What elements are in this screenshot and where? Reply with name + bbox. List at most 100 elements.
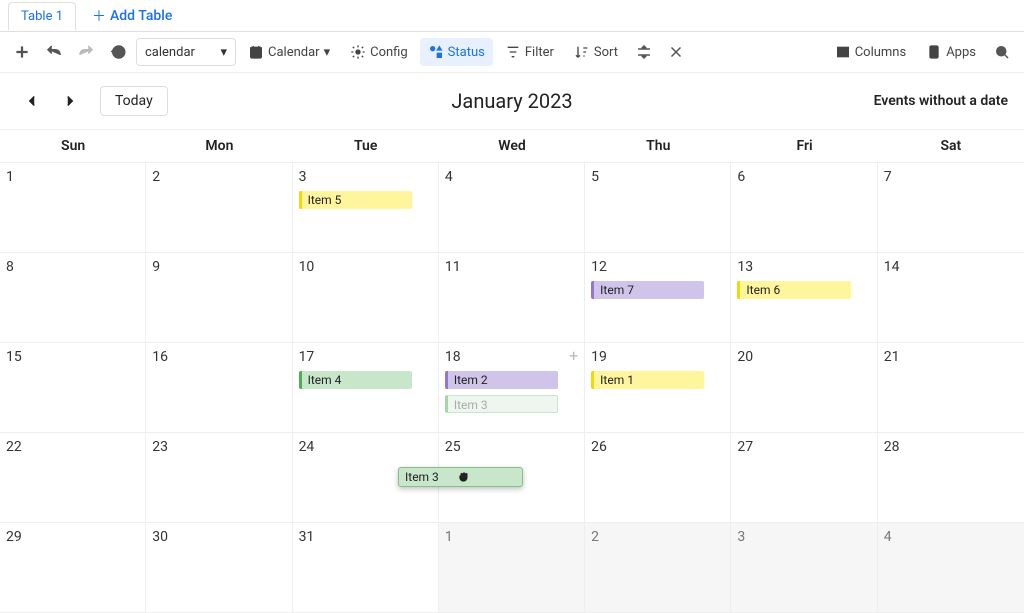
day-cell[interactable]: 14 xyxy=(878,253,1024,343)
apps-button[interactable]: Apps xyxy=(918,38,984,66)
day-cell[interactable]: + 18 Item 2 Item 3 xyxy=(439,343,585,433)
day-cell[interactable]: 23 xyxy=(146,433,292,523)
day-number: 14 xyxy=(884,259,900,275)
day-number: 22 xyxy=(6,439,22,455)
event-item1[interactable]: Item 1 xyxy=(591,371,704,389)
day-cell[interactable]: 27 xyxy=(731,433,877,523)
day-cell[interactable]: 26 xyxy=(585,433,731,523)
close-button[interactable] xyxy=(662,38,690,66)
weekday-header: Thu xyxy=(585,130,731,162)
day-cell[interactable]: 13 Item 6 xyxy=(731,253,877,343)
status-label: Status xyxy=(448,45,485,60)
next-month-button[interactable] xyxy=(54,85,86,117)
event-item6[interactable]: Item 6 xyxy=(737,281,850,299)
plus-icon: ＋ xyxy=(92,6,106,26)
weekday-header: Fri xyxy=(731,130,877,162)
today-button[interactable]: Today xyxy=(100,86,168,116)
prev-month-button[interactable] xyxy=(16,85,48,117)
undo-button[interactable] xyxy=(40,38,68,66)
sort-button[interactable]: Sort xyxy=(566,38,626,66)
tab-table1[interactable]: Table 1 xyxy=(8,2,76,30)
dataset-dropdown[interactable]: calendar ▾ xyxy=(136,38,236,66)
sort-icon xyxy=(574,44,590,60)
day-number: 24 xyxy=(299,439,315,455)
search-button[interactable] xyxy=(988,38,1016,66)
event-item7[interactable]: Item 7 xyxy=(591,281,704,299)
caret-down-icon: ▾ xyxy=(324,45,331,60)
day-cell[interactable]: 4 xyxy=(439,163,585,253)
config-label: Config xyxy=(370,45,408,60)
weekday-header: Wed xyxy=(439,130,585,162)
day-number: 9 xyxy=(152,259,160,275)
day-number: 4 xyxy=(884,529,892,545)
day-cell[interactable]: 6 xyxy=(731,163,877,253)
day-cell[interactable]: 16 xyxy=(146,343,292,433)
day-cell[interactable]: 7 xyxy=(878,163,1024,253)
day-cell[interactable]: 4 xyxy=(878,523,1024,613)
view-label: Calendar xyxy=(268,45,320,60)
day-cell[interactable]: 19 Item 1 xyxy=(585,343,731,433)
day-cell[interactable]: 12 Item 7 xyxy=(585,253,731,343)
day-number: 11 xyxy=(445,259,461,275)
day-cell[interactable]: 28 xyxy=(878,433,1024,523)
day-number: 18 xyxy=(445,349,461,365)
day-number: 13 xyxy=(737,259,753,275)
status-button[interactable]: Status xyxy=(420,38,493,66)
config-button[interactable]: Config xyxy=(342,38,416,66)
grab-cursor-icon xyxy=(457,470,471,484)
day-number: 29 xyxy=(6,529,22,545)
redo-button[interactable] xyxy=(72,38,100,66)
columns-button[interactable]: Columns xyxy=(827,38,915,66)
day-cell[interactable]: 11 xyxy=(439,253,585,343)
dragging-event-item3[interactable]: Item 3 xyxy=(398,467,523,487)
day-number: 20 xyxy=(737,349,753,365)
add-table-button[interactable]: ＋ Add Table xyxy=(84,2,180,30)
columns-label: Columns xyxy=(855,45,907,60)
weekday-header: Sun xyxy=(0,130,146,162)
day-cell[interactable]: 10 xyxy=(293,253,439,343)
day-cell[interactable]: 22 xyxy=(0,433,146,523)
day-cell[interactable]: 2 xyxy=(146,163,292,253)
sort-label: Sort xyxy=(594,45,618,60)
view-switcher[interactable]: Calendar ▾ xyxy=(240,38,338,66)
day-number: 7 xyxy=(884,169,892,185)
day-number: 2 xyxy=(152,169,160,185)
day-cell[interactable]: 2 xyxy=(585,523,731,613)
apps-icon xyxy=(926,44,942,60)
add-row-button[interactable] xyxy=(8,38,36,66)
status-icon xyxy=(428,44,444,60)
filter-button[interactable]: Filter xyxy=(497,38,562,66)
day-cell[interactable]: 3 Item 5 xyxy=(293,163,439,253)
day-cell[interactable]: 31 xyxy=(293,523,439,613)
row-height-button[interactable] xyxy=(630,38,658,66)
weekday-header: Sat xyxy=(878,130,1024,162)
day-number: 17 xyxy=(299,349,315,365)
day-cell[interactable]: 15 xyxy=(0,343,146,433)
gear-icon xyxy=(350,44,366,60)
columns-icon xyxy=(835,44,851,60)
day-cell[interactable]: 30 xyxy=(146,523,292,613)
day-cell[interactable]: 3 xyxy=(731,523,877,613)
day-cell[interactable]: 5 xyxy=(585,163,731,253)
day-number: 27 xyxy=(737,439,753,455)
day-cell[interactable]: 8 xyxy=(0,253,146,343)
day-cell[interactable]: 17 Item 4 xyxy=(293,343,439,433)
history-button[interactable] xyxy=(104,38,132,66)
day-cell[interactable]: 21 xyxy=(878,343,1024,433)
event-item4[interactable]: Item 4 xyxy=(299,371,412,389)
day-cell[interactable]: 1 xyxy=(0,163,146,253)
day-cell[interactable]: 9 xyxy=(146,253,292,343)
day-number: 3 xyxy=(737,529,745,545)
day-number: 21 xyxy=(884,349,900,365)
day-cell[interactable]: 29 xyxy=(0,523,146,613)
event-item3-ghost: Item 3 xyxy=(445,395,558,413)
event-item2[interactable]: Item 2 xyxy=(445,371,558,389)
events-without-date-button[interactable]: Events without a date xyxy=(874,93,1008,109)
event-item5[interactable]: Item 5 xyxy=(299,191,412,209)
day-cell[interactable]: 1 xyxy=(439,523,585,613)
day-cell[interactable]: 20 xyxy=(731,343,877,433)
day-number: 10 xyxy=(299,259,315,275)
add-event-icon[interactable]: + xyxy=(569,349,578,363)
page-title: January 2023 xyxy=(451,89,572,113)
day-number: 31 xyxy=(299,529,315,545)
